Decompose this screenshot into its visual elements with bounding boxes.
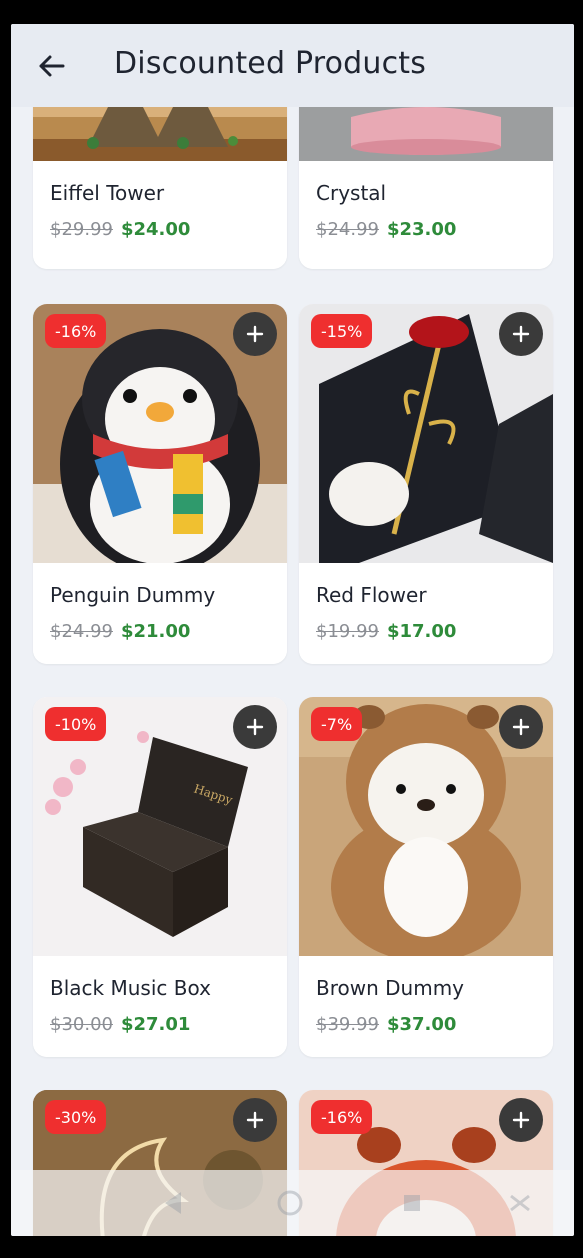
add-to-cart-button[interactable] xyxy=(499,312,543,356)
product-name: Crystal xyxy=(316,181,387,205)
product-card[interactable]: -15% Red Flower $19.99 $17.00 xyxy=(299,304,553,664)
plus-icon xyxy=(512,1111,530,1129)
product-image-eiffel-tower xyxy=(33,107,287,161)
original-price: $39.99 xyxy=(316,1014,379,1035)
screenshot-icon[interactable] xyxy=(505,1188,535,1218)
home-circle-icon[interactable] xyxy=(275,1188,305,1218)
plus-icon xyxy=(512,718,530,736)
add-to-cart-button[interactable] xyxy=(499,705,543,749)
plus-icon xyxy=(246,325,264,343)
plus-icon xyxy=(512,325,530,343)
discount-price: $17.00 xyxy=(386,621,457,642)
discount-badge: -30% xyxy=(45,1100,107,1134)
app-screen: Discounted Products Eiffel Tower $29.99 xyxy=(11,24,574,1236)
add-to-cart-button[interactable] xyxy=(233,705,277,749)
discount-badge: -16% xyxy=(45,314,107,348)
product-name: Penguin Dummy xyxy=(50,583,216,607)
discount-badge: -16% xyxy=(311,1100,373,1134)
discount-badge: -7% xyxy=(311,707,363,741)
product-image-crystal xyxy=(299,107,553,161)
app-bar: Discounted Products xyxy=(11,24,574,107)
plus-icon xyxy=(246,1111,264,1129)
original-price: $30.00 xyxy=(50,1014,113,1035)
back-triangle-icon[interactable] xyxy=(159,1188,189,1218)
product-name: Eiffel Tower xyxy=(50,181,165,205)
product-name: Brown Dummy xyxy=(316,976,465,1000)
system-navigation-bar xyxy=(11,1170,574,1236)
product-card[interactable]: -7% Brown Dummy $39.99 $37.00 xyxy=(299,697,553,1057)
product-name: Red Flower xyxy=(316,583,427,607)
original-price: $24.99 xyxy=(50,621,113,642)
product-grid: Eiffel Tower $29.99 $24.00 Crystal $24.99… xyxy=(11,107,574,1236)
product-card[interactable]: Happy -10% Black Music Box $30.00 $27.01 xyxy=(33,697,287,1057)
discount-price: $21.00 xyxy=(120,621,191,642)
discount-price: $27.01 xyxy=(120,1014,191,1035)
product-card[interactable]: Eiffel Tower $29.99 $24.00 xyxy=(33,107,287,269)
discount-price: $23.00 xyxy=(386,219,457,240)
original-price: $29.99 xyxy=(50,219,113,240)
arrow-left-icon xyxy=(39,55,65,77)
discount-badge: -15% xyxy=(311,314,373,348)
discount-price: $37.00 xyxy=(386,1014,457,1035)
discount-badge: -10% xyxy=(45,707,107,741)
back-button[interactable] xyxy=(35,50,67,82)
product-card[interactable]: Crystal $24.99 $23.00 xyxy=(299,107,553,269)
add-to-cart-button[interactable] xyxy=(233,312,277,356)
product-card[interactable]: -16% Penguin Dummy $24.99 $21.00 xyxy=(33,304,287,664)
discount-price: $24.00 xyxy=(120,219,191,240)
add-to-cart-button[interactable] xyxy=(233,1098,277,1142)
plus-icon xyxy=(246,718,264,736)
original-price: $24.99 xyxy=(316,219,379,240)
page-title: Discounted Products xyxy=(114,46,427,81)
recents-square-icon[interactable] xyxy=(397,1188,427,1218)
add-to-cart-button[interactable] xyxy=(499,1098,543,1142)
product-name: Black Music Box xyxy=(50,976,211,1000)
original-price: $19.99 xyxy=(316,621,379,642)
